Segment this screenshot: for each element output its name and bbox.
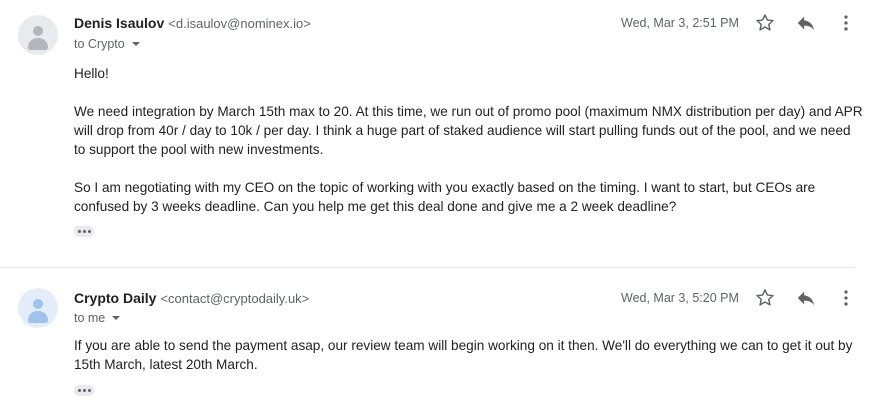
email-message: Crypto Daily <contact@cryptodaily.uk> to … [0, 268, 875, 419]
sender-name[interactable]: Crypto Daily <contact@cryptodaily.uk> [74, 290, 309, 306]
sender-email: <d.isaulov@nominex.io> [168, 16, 311, 31]
sender-name[interactable]: Denis Isaulov <d.isaulov@nominex.io> [74, 15, 311, 31]
star-icon[interactable] [754, 287, 776, 309]
timestamp: Wed, Mar 3, 5:20 PM [621, 291, 739, 305]
star-icon[interactable] [754, 12, 776, 34]
chevron-down-icon [112, 315, 121, 320]
message-paragraph: If you are able to send the payment asap… [74, 338, 853, 372]
reply-icon[interactable] [795, 287, 817, 309]
more-vert-icon[interactable] [835, 287, 857, 309]
timestamp: Wed, Mar 3, 2:51 PM [621, 16, 739, 30]
avatar-person-icon[interactable] [18, 288, 58, 328]
recipient-dropdown[interactable]: to Crypto [74, 37, 140, 51]
chevron-down-icon [131, 41, 140, 46]
recipient-label: to me [74, 311, 106, 325]
sender-email: <contact@cryptodaily.uk> [160, 291, 310, 306]
recipient-label: to Crypto [74, 37, 125, 51]
message-paragraph: So I am negotiating with my CEO on the t… [74, 180, 816, 214]
recipient-dropdown[interactable]: to me [74, 311, 121, 325]
avatar-person-icon[interactable] [18, 15, 58, 55]
more-vert-icon[interactable] [835, 12, 857, 34]
email-message: Denis Isaulov <d.isaulov@nominex.io> to C… [0, 0, 875, 260]
reply-icon[interactable] [795, 12, 817, 34]
trimmed-content-icon[interactable] [74, 226, 94, 237]
message-paragraph: Hello! [74, 66, 109, 81]
message-body: Hello! We need integration by March 15th… [74, 64, 864, 216]
trimmed-content-icon[interactable] [74, 385, 94, 396]
message-body: If you are able to send the payment asap… [74, 336, 864, 374]
message-paragraph: We need integration by March 15th max to… [74, 104, 863, 157]
